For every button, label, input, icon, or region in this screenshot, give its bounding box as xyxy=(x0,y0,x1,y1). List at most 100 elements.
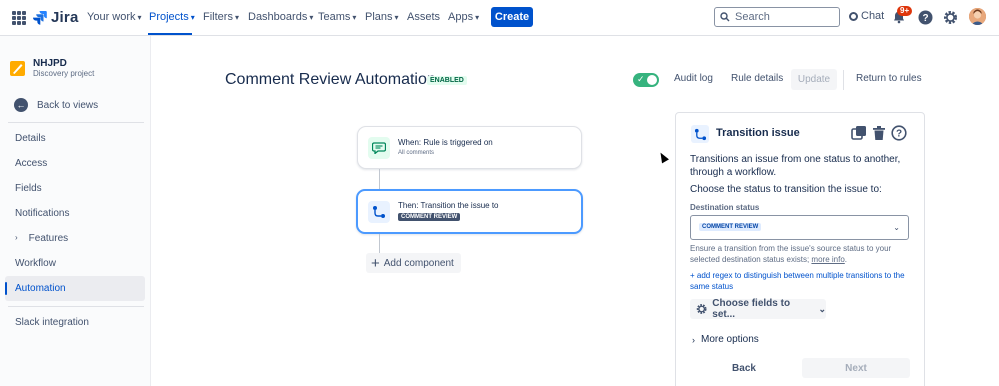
trash-icon[interactable] xyxy=(871,125,887,141)
nav-teams[interactable]: Teams ▾ xyxy=(318,11,356,23)
chevron-right-icon: › xyxy=(15,233,18,242)
project-header[interactable]: NHJPD Discovery project xyxy=(10,58,94,78)
project-type: Discovery project xyxy=(33,69,95,78)
component-config-panel: Transition issue ? Transitions an issue … xyxy=(675,112,925,386)
project-name: NHJPD xyxy=(33,58,67,69)
status-badge: ENABLED xyxy=(427,76,467,85)
sidebar-divider xyxy=(8,122,144,123)
transition-icon xyxy=(691,125,709,143)
nav-your-work[interactable]: Your work ▾ xyxy=(87,11,142,23)
nav-assets[interactable]: Assets xyxy=(407,11,440,23)
sidebar-item-features[interactable]: › Features xyxy=(15,233,68,244)
toggle-knob xyxy=(647,75,657,85)
nav-label: Assets xyxy=(407,11,441,23)
svg-text:?: ? xyxy=(922,13,928,24)
chevron-down-icon: ▾ xyxy=(352,12,357,22)
transition-icon xyxy=(368,201,390,223)
chevron-right-icon: › xyxy=(692,334,695,345)
sidebar-item-details[interactable]: Details xyxy=(15,133,46,144)
choose-fields-button[interactable]: Choose fields to set... ⌄ xyxy=(690,298,826,320)
nav-filters[interactable]: Filters ▾ xyxy=(203,11,239,23)
chat-button[interactable]: Chat xyxy=(845,9,888,23)
helper-text-body: Ensure a transition from the issue's sou… xyxy=(690,244,892,264)
plus-icon: + xyxy=(371,254,380,272)
chat-icon xyxy=(849,11,858,21)
chat-label: Chat xyxy=(861,10,885,22)
sidebar-item-workflow[interactable]: Workflow xyxy=(15,258,56,269)
app-switcher-icon[interactable] xyxy=(12,11,26,25)
avatar[interactable] xyxy=(969,8,986,25)
flow-connector xyxy=(379,234,380,253)
rule-enabled-toggle[interactable]: ✓ xyxy=(633,73,659,87)
nav-plans[interactable]: Plans ▾ xyxy=(365,11,399,23)
nav-label: Apps xyxy=(448,11,474,23)
action-node[interactable]: Then: Transition the issue to COMMENT RE… xyxy=(356,189,583,234)
chevron-down-icon: ▾ xyxy=(234,12,239,22)
create-button[interactable]: Create xyxy=(491,7,533,27)
add-regex-link[interactable]: + add regex to distinguish between multi… xyxy=(690,270,910,292)
update-button[interactable]: Update xyxy=(791,69,837,90)
add-component-button[interactable]: + Add component xyxy=(366,253,461,273)
helper-period: . xyxy=(844,255,848,264)
arrow-left-icon: ← xyxy=(14,98,28,112)
check-icon: ✓ xyxy=(637,74,645,84)
sidebar-item-label: Features xyxy=(28,233,69,244)
duplicate-icon[interactable] xyxy=(851,125,867,141)
action-status-lozenge: COMMENT REVIEW xyxy=(398,213,461,221)
sidebar-item-fields[interactable]: Fields xyxy=(15,183,42,194)
more-info-link[interactable]: more info xyxy=(811,255,844,264)
jira-logo-text: Jira xyxy=(51,9,79,26)
mouse-cursor xyxy=(657,150,669,164)
rule-details-button[interactable]: Rule details xyxy=(731,73,783,84)
sidebar-item-slack-integration[interactable]: Slack integration xyxy=(15,317,89,328)
back-to-views-link[interactable]: ← Back to views xyxy=(14,98,98,112)
active-nav-indicator xyxy=(148,33,192,35)
action-title: Then: Transition the issue to xyxy=(398,201,499,210)
comment-icon xyxy=(368,137,390,159)
trigger-node[interactable]: When: Rule is triggered on All comments xyxy=(357,126,582,169)
sidebar-item-notifications[interactable]: Notifications xyxy=(15,208,69,219)
help-icon[interactable]: ? xyxy=(917,9,933,25)
trigger-subtitle: All comments xyxy=(398,150,435,156)
chevron-down-icon: ▾ xyxy=(137,12,142,22)
trigger-title: When: Rule is triggered on xyxy=(398,138,493,147)
selected-status-lozenge: COMMENT REVIEW xyxy=(699,223,762,231)
back-to-views-label: Back to views xyxy=(37,99,99,111)
more-options-toggle[interactable]: › More options xyxy=(692,334,759,345)
chevron-down-icon: ⌄ xyxy=(893,223,900,232)
gear-icon xyxy=(696,304,707,314)
header-divider xyxy=(843,70,844,90)
nav-dashboards[interactable]: Dashboards ▾ xyxy=(248,11,313,23)
panel-instruction: Choose the status to transition the issu… xyxy=(690,184,882,195)
panel-description: Transitions an issue from one status to … xyxy=(690,154,901,178)
jira-logo[interactable]: Jira xyxy=(33,9,79,26)
svg-text:?: ? xyxy=(896,129,902,140)
chevron-down-icon: ▾ xyxy=(475,12,480,22)
audit-log-button[interactable]: Audit log xyxy=(674,73,713,84)
settings-icon[interactable] xyxy=(942,9,958,25)
nav-apps[interactable]: Apps ▾ xyxy=(448,11,479,23)
project-icon xyxy=(10,60,25,76)
return-to-rules-button[interactable]: Return to rules xyxy=(856,73,922,84)
top-navigation: Jira Your work ▾ Projects ▾ Filters ▾ Dashb… xyxy=(0,0,999,36)
search-input[interactable]: Search xyxy=(714,7,840,27)
chevron-down-icon: ▾ xyxy=(309,12,314,22)
back-button[interactable]: Back xyxy=(690,358,798,378)
nav-projects[interactable]: Projects ▾ xyxy=(149,11,195,23)
help-icon[interactable]: ? xyxy=(891,125,907,141)
next-button[interactable]: Next xyxy=(802,358,910,378)
sidebar-item-access[interactable]: Access xyxy=(15,158,47,169)
sidebar: NHJPD Discovery project ← Back to views … xyxy=(0,36,151,386)
chevron-down-icon: ▾ xyxy=(190,12,195,22)
chevron-down-icon: ⌄ xyxy=(818,303,826,314)
sidebar-item-automation[interactable]: Automation xyxy=(15,283,66,294)
notification-badge: 9+ xyxy=(897,6,913,16)
add-component-label: Add component xyxy=(383,257,454,269)
search-icon xyxy=(720,12,730,22)
more-options-label: More options xyxy=(701,334,759,345)
destination-status-select[interactable]: COMMENT REVIEW ⌄ xyxy=(690,215,909,240)
sidebar-divider xyxy=(8,306,144,307)
nav-label: Projects xyxy=(149,11,189,23)
jira-logo-icon xyxy=(33,10,47,25)
nav-label: Filters xyxy=(203,11,233,23)
